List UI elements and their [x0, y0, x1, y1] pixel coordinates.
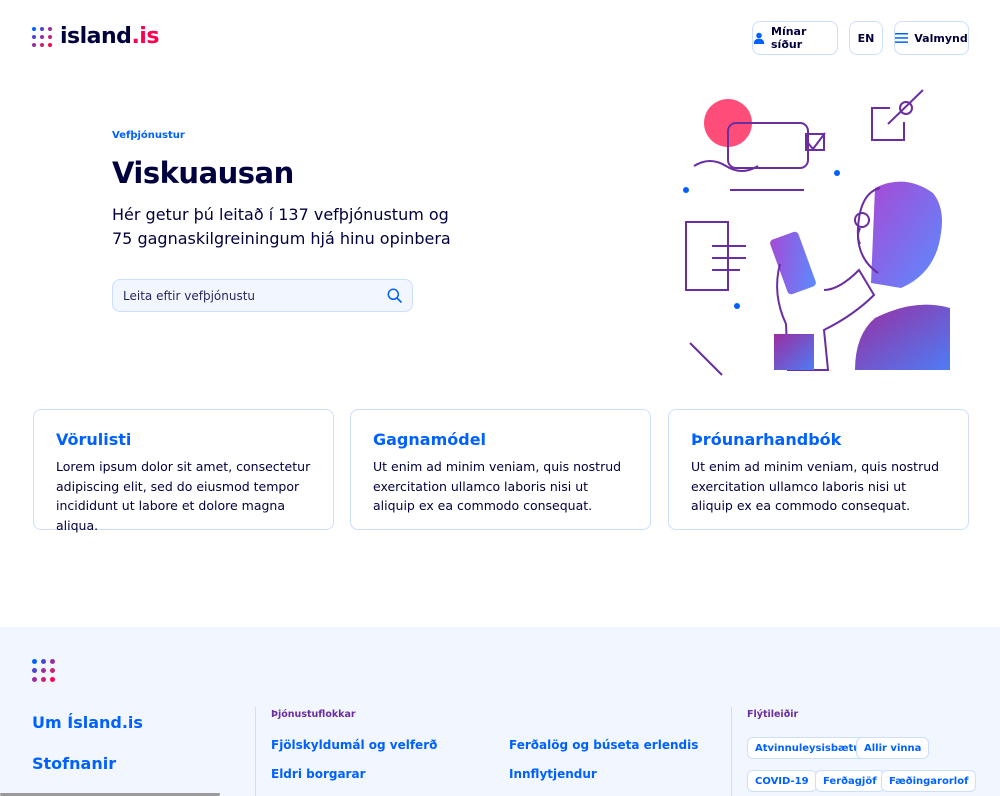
card-text: Ut enim ad minim veniam, quis nostrud ex… — [373, 459, 622, 513]
language-button[interactable]: EN — [849, 21, 883, 55]
card-gagnamodel[interactable]: Gagnamódel Ut enim ad minim veniam, quis… — [350, 409, 651, 530]
site-header: island.is Mínar síður EN Valmynd — [0, 0, 1000, 76]
shortcut-tag[interactable]: Atvinnuleysisbætur — [747, 737, 874, 759]
shortcut-tag[interactable]: COVID-19 — [747, 770, 817, 792]
search-icon[interactable] — [387, 288, 402, 303]
card-title: Gagnamódel — [373, 430, 487, 449]
shortcuts-heading: Flýtileiðir — [747, 709, 799, 720]
logo-dots-icon — [32, 26, 52, 47]
category-link[interactable]: Fjölskyldumál og velferð — [271, 738, 437, 752]
category-link[interactable]: Eldri borgarar — [271, 767, 365, 781]
categories-heading: Þjónustuflokkar — [271, 709, 356, 720]
language-label: EN — [857, 31, 875, 45]
hero-illustration — [683, 89, 950, 376]
footer-divider — [255, 707, 256, 796]
search-input[interactable] — [123, 288, 387, 303]
page-title: Viskuausan — [112, 156, 294, 190]
user-icon — [753, 32, 765, 44]
footer-divider — [731, 707, 732, 796]
footer-link-institutions[interactable]: Stofnanir — [32, 754, 116, 773]
card-vorulisti[interactable]: Vörulisti Lorem ipsum dolor sit amet, co… — [33, 409, 334, 533]
logo-text: island.is — [60, 24, 159, 49]
search-box[interactable] — [112, 279, 413, 312]
page-intro: Hér getur þú leitað í 137 vefþjónustum o… — [112, 205, 451, 248]
card-title: Vörulisti — [56, 430, 132, 449]
shortcut-tag[interactable]: Allir vinna — [856, 737, 930, 759]
shortcut-tag[interactable]: Fæðingarorlof — [881, 770, 977, 792]
card-title: Þróunarhandbók — [691, 430, 842, 449]
category-link[interactable]: Innflytjendur — [509, 767, 597, 781]
menu-icon — [895, 33, 909, 43]
footer-link-about[interactable]: Um Ísland.is — [32, 713, 143, 732]
card-text: Lorem ipsum dolor sit amet, consectetur … — [56, 459, 311, 533]
site-footer: Um Ísland.is Stofnanir Þjónustuflokkar F… — [0, 627, 1000, 796]
category-link[interactable]: Ferðalög og búseta erlendis — [509, 738, 698, 752]
my-pages-label: Mínar síður — [771, 25, 807, 51]
menu-label: Valmynd — [914, 31, 968, 45]
breadcrumb[interactable]: Vefþjónustur — [112, 130, 185, 141]
my-pages-button[interactable]: Mínar síður — [752, 21, 838, 55]
menu-button[interactable]: Valmynd — [894, 21, 969, 55]
footer-logo-icon[interactable] — [32, 659, 56, 683]
card-text: Ut enim ad minim veniam, quis nostrud ex… — [691, 459, 940, 513]
card-throunarhandbok[interactable]: Þróunarhandbók Ut enim ad minim veniam, … — [668, 409, 969, 530]
shortcut-tag[interactable]: Ferðagjöf — [815, 770, 885, 792]
island-logo[interactable]: island.is — [32, 24, 159, 49]
